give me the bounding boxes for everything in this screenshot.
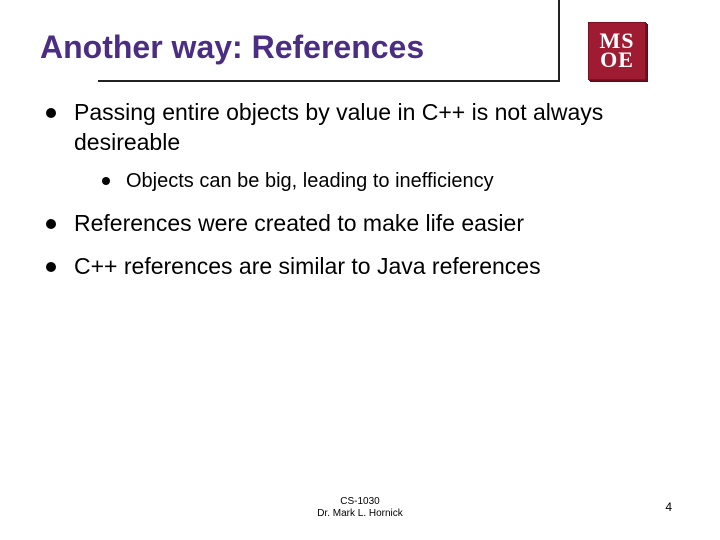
list-item: Passing entire objects by value in C++ i… (46, 98, 680, 194)
list-item: Objects can be big, leading to inefficie… (102, 169, 680, 195)
page-number: 4 (665, 500, 672, 514)
msoe-logo: MS OE (588, 22, 646, 80)
bullet-text: Passing entire objects by value in C++ i… (74, 99, 603, 154)
logo-line2: OE (600, 51, 634, 70)
slide-footer: CS-1030 Dr. Mark L. Hornick (0, 496, 720, 520)
sub-bullet-list: Objects can be big, leading to inefficie… (74, 169, 680, 195)
slide: MS OE Another way: References Passing en… (0, 0, 720, 540)
footer-course: CS-1030 (0, 496, 720, 508)
bullet-text: References were created to make life eas… (74, 210, 524, 236)
bullet-list: Passing entire objects by value in C++ i… (40, 98, 680, 281)
title-rule (558, 0, 560, 82)
slide-content: Passing entire objects by value in C++ i… (40, 98, 680, 281)
bullet-text: C++ references are similar to Java refer… (74, 253, 541, 279)
list-item: References were created to make life eas… (46, 209, 680, 238)
slide-title: Another way: References (40, 28, 680, 66)
list-item: C++ references are similar to Java refer… (46, 252, 680, 281)
slide-header: MS OE Another way: References (40, 28, 680, 66)
bullet-text: Objects can be big, leading to inefficie… (126, 170, 494, 192)
footer-author: Dr. Mark L. Hornick (0, 508, 720, 520)
